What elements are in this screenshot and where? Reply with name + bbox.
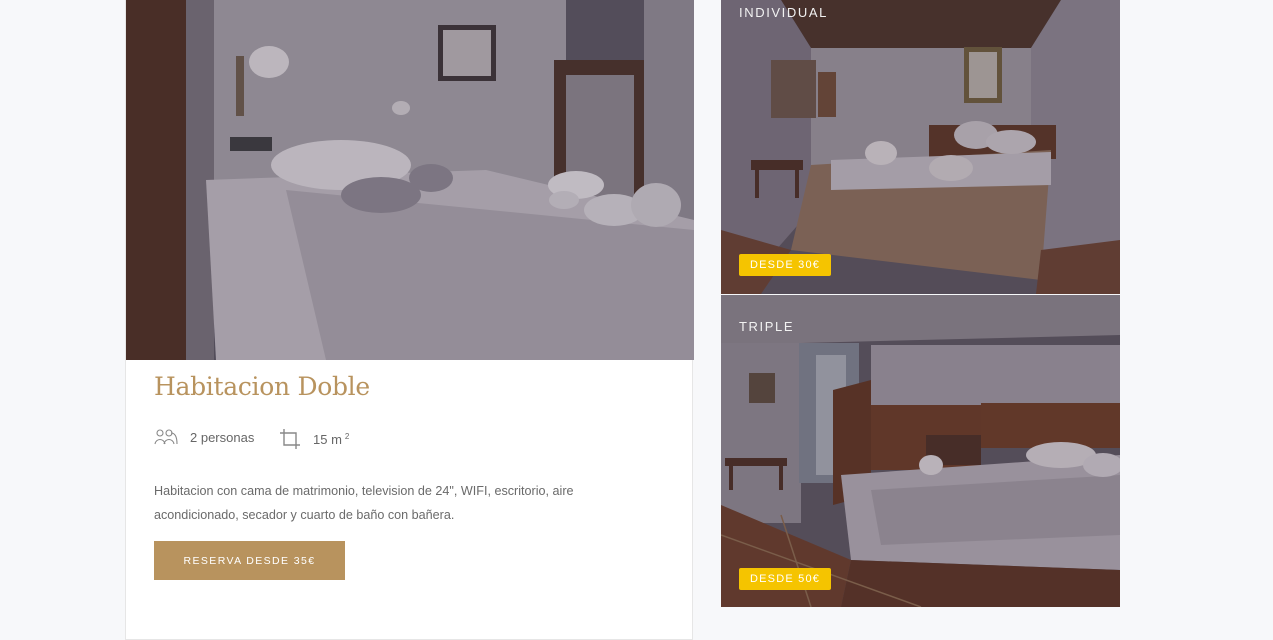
room-description: Habitacion con cama de matrimonio, telev… [154,484,574,522]
room-type-label: INDIVIDUAL [739,5,828,20]
room-photo-doble[interactable] [126,0,694,360]
capacity-text: 2 personas [190,429,255,445]
room-card-individual[interactable]: INDIVIDUAL DESDE 30€ [721,0,1120,294]
room-title: Habitacion Doble [154,372,370,401]
room-type-label: TRIPLE [739,319,795,334]
capacity-feature: 2 personas [154,428,254,446]
room-card-triple[interactable]: TRIPLE DESDE 50€ [721,295,1120,607]
room-features: 2 personas 15 m2 [154,428,554,452]
size-feature: 15 m2 [279,428,349,450]
price-badge: DESDE 30€ [739,254,832,276]
room-card-doble: Habitacion Doble 2 personas 15 m 2 Habit… [125,0,694,640]
room-photo-individual [721,0,1120,294]
price-badge: DESDE 50€ [739,568,832,590]
size-text: 15 m [313,431,342,447]
crop-area-icon [280,429,300,449]
people-icon [154,429,178,445]
room-photo-triple [721,295,1120,607]
size-exponent: 2 [344,431,350,441]
reserve-button[interactable]: RESERVA DESDE 35€ [154,541,345,580]
